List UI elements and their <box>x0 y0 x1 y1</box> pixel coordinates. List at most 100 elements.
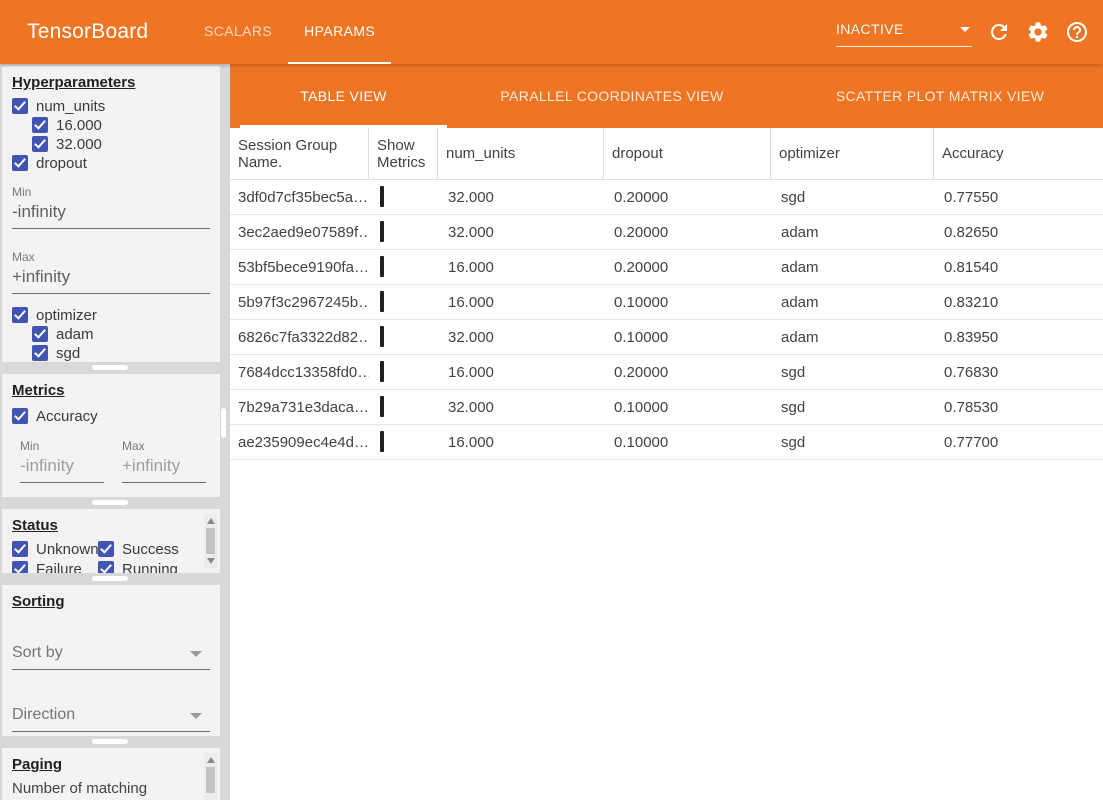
session-group-name: 5b97f3c2967245b… <box>230 294 369 311</box>
paging-heading: Paging <box>12 756 212 773</box>
tab-table-view[interactable]: TABLE VIEW <box>240 64 447 128</box>
status-success: Success <box>98 540 212 558</box>
session-group-name: ae235909ec4e4d… <box>230 434 369 451</box>
accuracy-value: 0.77700 <box>934 434 1103 451</box>
sort-by-value: Sort by <box>12 644 63 662</box>
dropout-value: 0.20000 <box>604 189 771 206</box>
scroll-up-icon[interactable] <box>207 518 215 524</box>
show-metrics-checkbox[interactable] <box>380 431 384 452</box>
show-metrics-checkbox[interactable] <box>380 326 384 347</box>
dropout-min-input[interactable]: -infinity <box>12 202 210 229</box>
tab-hparams[interactable]: HPARAMS <box>288 0 391 64</box>
metrics-heading: Metrics <box>12 382 212 399</box>
dashboard-tabs: SCALARS HPARAMS <box>188 0 391 64</box>
status-failure-checkbox[interactable] <box>12 561 28 573</box>
optimizer-label: optimizer <box>36 307 97 324</box>
table-row: 3ec2aed9e07589f… 32.000 0.20000 adam 0.8… <box>230 215 1103 250</box>
status-success-checkbox[interactable] <box>98 541 114 557</box>
dropout-value: 0.20000 <box>604 259 771 276</box>
accuracy-checkbox[interactable] <box>12 408 28 424</box>
hyperparameters-heading: Hyperparameters <box>12 74 212 91</box>
help-icon[interactable] <box>1065 20 1089 44</box>
accuracy-max-input[interactable]: +infinity <box>122 456 206 483</box>
reload-status-dropdown[interactable]: INACTIVE <box>836 17 972 47</box>
col-optimizer[interactable]: optimizer <box>771 128 934 179</box>
optimizer-adam-label: adam <box>56 326 94 343</box>
session-group-name: 3ec2aed9e07589f… <box>230 224 369 241</box>
settings-gear-icon[interactable] <box>1026 20 1050 44</box>
refresh-icon[interactable] <box>987 20 1011 44</box>
hparams-sidebar: Hyperparameters num_units 16.000 32.000 … <box>0 64 230 800</box>
section-resize-handle[interactable] <box>92 739 128 744</box>
sidebar-resize-handle[interactable] <box>221 408 226 438</box>
accuracy-min-label: Min <box>20 439 104 453</box>
dropout-value: 0.10000 <box>604 434 771 451</box>
show-metrics-checkbox[interactable] <box>380 186 384 207</box>
dropout-min-label: Min <box>12 185 210 199</box>
tab-scalars[interactable]: SCALARS <box>188 0 288 64</box>
sorting-heading: Sorting <box>12 593 212 610</box>
dropout-value: 0.10000 <box>604 399 771 416</box>
accuracy-value: 0.76830 <box>934 364 1103 381</box>
optimizer-value: adam <box>771 224 934 241</box>
top-toolbar: TensorBoard SCALARS HPARAMS INACTIVE <box>0 0 1103 64</box>
show-metrics-checkbox[interactable] <box>380 396 384 417</box>
status-failure: Failure <box>12 560 96 573</box>
num-units-32-label: 32.000 <box>56 136 102 153</box>
optimizer-sgd-checkbox[interactable] <box>32 345 48 361</box>
optimizer-value: sgd <box>771 189 934 206</box>
num-units-value-16: 16.000 <box>32 116 212 134</box>
show-metrics-checkbox[interactable] <box>380 291 384 312</box>
paging-scrollbar[interactable] <box>204 753 217 800</box>
optimizer-value: sgd <box>771 364 934 381</box>
num-units-value: 16.000 <box>438 294 604 311</box>
col-accuracy[interactable]: Accuracy <box>934 128 1103 179</box>
num-units-16-label: 16.000 <box>56 117 102 134</box>
scrollbar-thumb[interactable] <box>206 528 215 554</box>
section-resize-handle[interactable] <box>92 365 128 370</box>
dropout-max-input[interactable]: +infinity <box>12 267 210 294</box>
scroll-up-icon[interactable] <box>207 757 215 763</box>
num-units-checkbox[interactable] <box>12 98 28 114</box>
accuracy-min-input[interactable]: -infinity <box>20 456 104 483</box>
tab-parallel-coordinates-view[interactable]: PARALLEL COORDINATES VIEW <box>447 64 777 128</box>
table-row: 6826c7fa3322d82… 32.000 0.10000 adam 0.8… <box>230 320 1103 355</box>
table-row: 53bf5bece9190fa… 16.000 0.20000 adam 0.8… <box>230 250 1103 285</box>
status-scrollbar[interactable] <box>204 514 217 568</box>
section-resize-handle[interactable] <box>92 500 128 505</box>
dropout-max-field: Max +infinity <box>12 250 210 294</box>
dropout-label: dropout <box>36 155 87 172</box>
chevron-down-icon <box>190 713 202 719</box>
show-metrics-checkbox[interactable] <box>380 361 384 382</box>
col-show-metrics[interactable]: Show Metrics <box>369 128 438 179</box>
status-running-checkbox[interactable] <box>98 561 114 573</box>
status-section: Status Unknown Success Failure Running <box>2 509 220 573</box>
direction-dropdown[interactable]: Direction <box>12 700 210 732</box>
reload-status-value: INACTIVE <box>836 17 972 41</box>
accuracy-value: 0.78530 <box>934 399 1103 416</box>
col-dropout[interactable]: dropout <box>604 128 771 179</box>
status-running-label: Running <box>122 561 178 574</box>
accuracy-value: 0.83950 <box>934 329 1103 346</box>
show-metrics-checkbox[interactable] <box>380 221 384 242</box>
num-units-value: 32.000 <box>438 189 604 206</box>
metric-accuracy: Accuracy <box>12 407 212 425</box>
sort-by-dropdown[interactable]: Sort by <box>12 638 210 670</box>
table-row: 5b97f3c2967245b… 16.000 0.10000 adam 0.8… <box>230 285 1103 320</box>
scroll-down-icon[interactable] <box>207 558 215 564</box>
section-resize-handle[interactable] <box>92 576 128 581</box>
num-units-value: 16.000 <box>438 364 604 381</box>
optimizer-adam-checkbox[interactable] <box>32 326 48 342</box>
optimizer-value: adam <box>771 294 934 311</box>
optimizer-checkbox[interactable] <box>12 307 28 323</box>
tab-scatter-plot-matrix-view[interactable]: SCATTER PLOT MATRIX VIEW <box>777 64 1103 128</box>
scrollbar-thumb[interactable] <box>206 767 215 793</box>
dropout-checkbox[interactable] <box>12 155 28 171</box>
col-num-units[interactable]: num_units <box>438 128 604 179</box>
status-unknown-checkbox[interactable] <box>12 541 28 557</box>
num-units-16-checkbox[interactable] <box>32 117 48 133</box>
show-metrics-checkbox[interactable] <box>380 256 384 277</box>
num-units-32-checkbox[interactable] <box>32 136 48 152</box>
col-session-group-name[interactable]: Session Group Name. <box>230 128 369 179</box>
matching-groups-count: Number of matching session groups: 8 <box>12 779 188 800</box>
